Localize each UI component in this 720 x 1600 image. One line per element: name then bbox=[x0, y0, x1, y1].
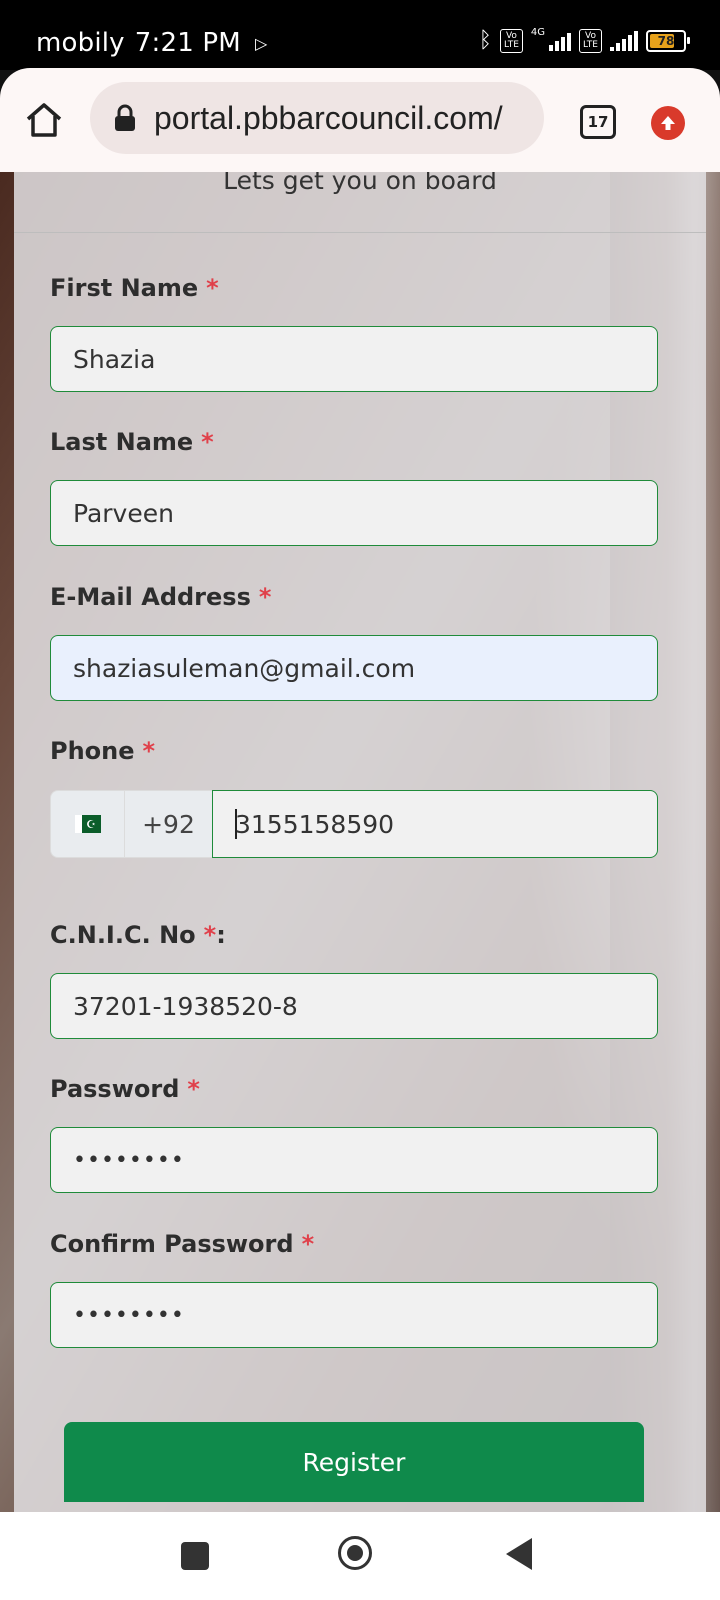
email-value: shaziasuleman@gmail.com bbox=[73, 653, 416, 683]
country-code[interactable]: +92 bbox=[124, 790, 212, 858]
confirm-password-label: Confirm Password * bbox=[50, 1230, 315, 1258]
carrier-name: mobily bbox=[36, 28, 125, 58]
tab-count: 17 bbox=[587, 113, 609, 131]
email-field[interactable]: shaziasuleman@gmail.com bbox=[50, 635, 658, 701]
last-name-label: Last Name * bbox=[50, 428, 214, 456]
network-type: 4G bbox=[530, 27, 546, 38]
battery-level: 78 bbox=[657, 33, 675, 48]
bluetooth-icon: ᛒ bbox=[478, 28, 492, 53]
email-label: E-Mail Address * bbox=[50, 583, 272, 611]
phone-input-group: ☪ +92 3155158590 bbox=[50, 790, 658, 858]
status-left: mobily 7:21 PM ▷ bbox=[36, 28, 267, 58]
phone-field[interactable]: 3155158590 bbox=[212, 790, 658, 858]
status-bar: mobily 7:21 PM ▷ ᛒ Vo LTE 4G Vo LTE 78 bbox=[0, 0, 720, 70]
cnic-label: C.N.I.C. No *: bbox=[50, 921, 226, 949]
password-value: •••••••• bbox=[73, 1147, 185, 1173]
volte-icon-2: Vo LTE bbox=[579, 28, 602, 53]
last-name-value: Parveen bbox=[73, 498, 174, 528]
required-marker: * bbox=[187, 1075, 200, 1103]
required-marker: * bbox=[301, 1230, 315, 1258]
update-icon[interactable] bbox=[651, 106, 685, 140]
browser-toolbar: portal.pbbarcouncil.com/ 17 bbox=[0, 68, 720, 172]
lock-icon[interactable] bbox=[114, 104, 136, 132]
play-store-icon: ▷ bbox=[254, 33, 268, 53]
confirm-password-field[interactable]: •••••••• bbox=[50, 1282, 658, 1348]
page-content: Lets get you on board First Name * Shazia… bbox=[0, 172, 720, 1512]
pakistan-flag-icon: ☪ bbox=[74, 815, 101, 833]
battery-icon: 78 bbox=[646, 29, 690, 52]
tab-switcher-button[interactable]: 17 bbox=[580, 105, 616, 139]
first-name-label: First Name * bbox=[50, 274, 219, 302]
status-right: ᛒ Vo LTE 4G Vo LTE 78 bbox=[478, 27, 690, 53]
password-label: Password * bbox=[50, 1075, 200, 1103]
recents-icon[interactable] bbox=[181, 1542, 209, 1570]
home-button-icon[interactable] bbox=[338, 1536, 372, 1570]
register-button[interactable]: Register bbox=[64, 1422, 644, 1502]
home-icon[interactable] bbox=[24, 100, 64, 140]
required-marker: * bbox=[203, 921, 217, 949]
last-name-field[interactable]: Parveen bbox=[50, 480, 658, 546]
password-field[interactable]: •••••••• bbox=[50, 1127, 658, 1193]
signal-icon bbox=[549, 31, 572, 51]
back-icon[interactable] bbox=[506, 1538, 532, 1570]
required-marker: * bbox=[201, 428, 214, 456]
divider bbox=[14, 232, 706, 233]
cnic-field[interactable]: 37201-1938520-8 bbox=[50, 973, 658, 1039]
first-name-value: Shazia bbox=[73, 344, 156, 374]
address-bar[interactable]: portal.pbbarcouncil.com/ bbox=[90, 82, 544, 154]
required-marker: * bbox=[206, 274, 219, 302]
phone-value: 3155158590 bbox=[235, 809, 395, 839]
volte-icon: Vo LTE bbox=[499, 28, 523, 53]
phone-label: Phone * bbox=[50, 737, 156, 765]
navigation-bar bbox=[0, 1512, 720, 1600]
clock: 7:21 PM bbox=[134, 28, 241, 58]
signal-icon-2 bbox=[610, 30, 638, 51]
form-subtitle: Lets get you on board bbox=[223, 172, 497, 195]
required-marker: * bbox=[142, 737, 156, 765]
url-text[interactable]: portal.pbbarcouncil.com/ bbox=[154, 100, 503, 137]
cnic-value: 37201-1938520-8 bbox=[73, 991, 298, 1021]
first-name-field[interactable]: Shazia bbox=[50, 326, 658, 392]
country-selector[interactable]: ☪ bbox=[50, 790, 124, 858]
confirm-password-value: •••••••• bbox=[73, 1302, 185, 1328]
required-marker: * bbox=[258, 583, 272, 611]
